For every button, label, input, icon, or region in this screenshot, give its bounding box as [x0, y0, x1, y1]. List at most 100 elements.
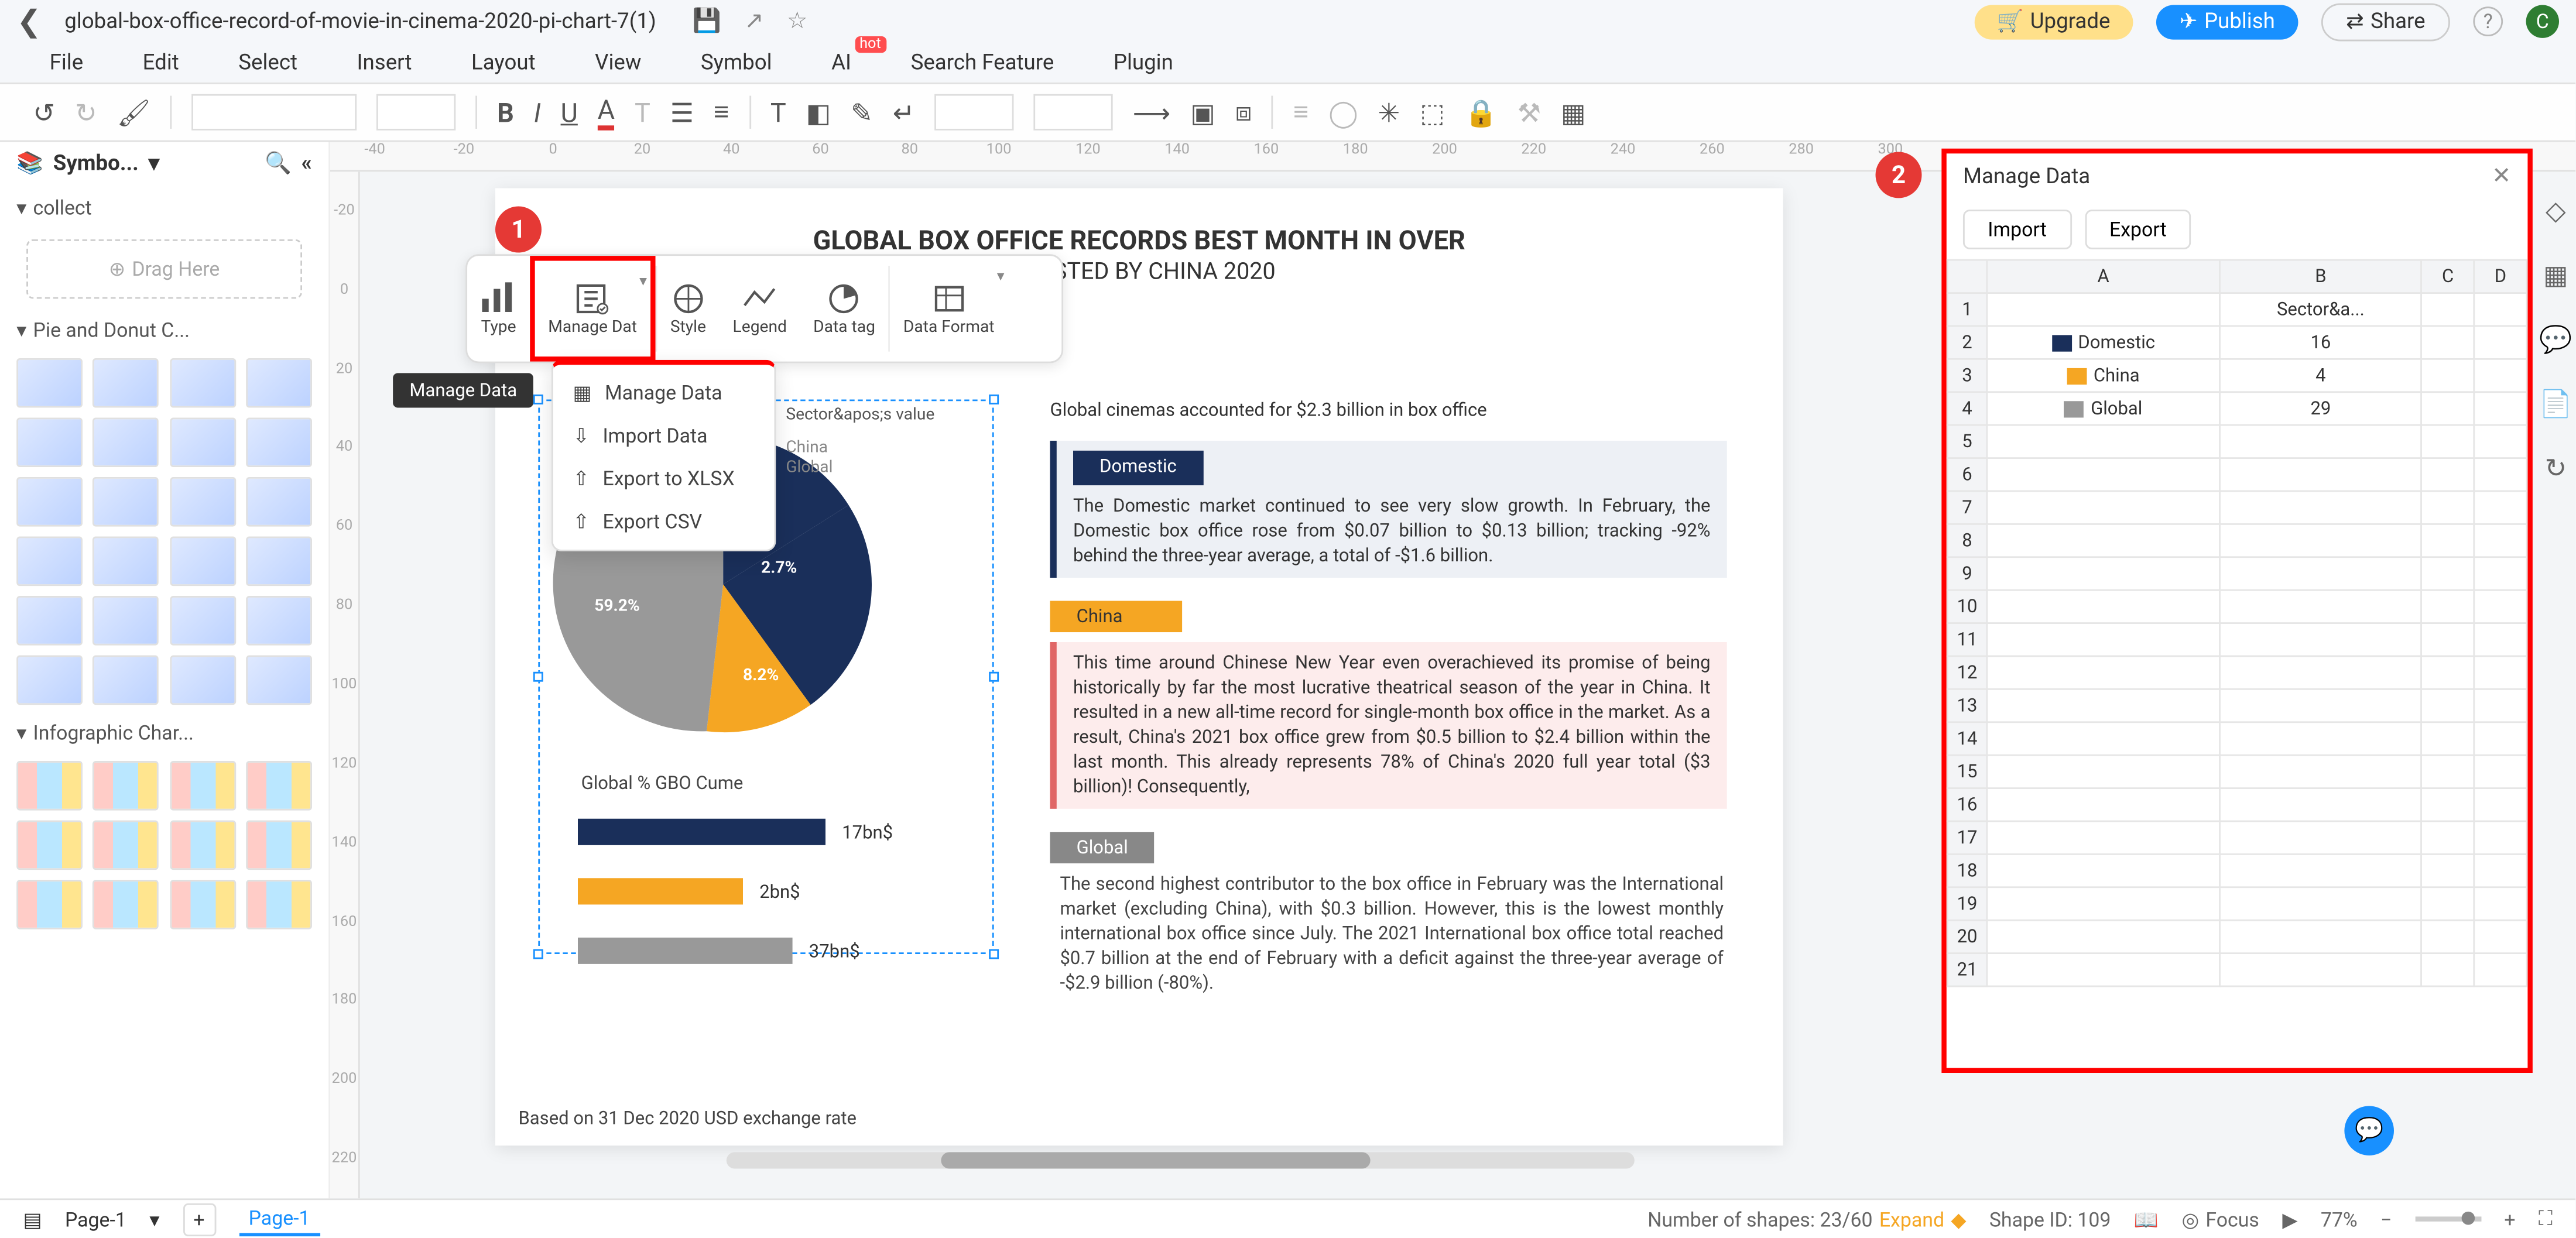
chart-thumb[interactable]: [245, 596, 311, 646]
chart-thumb[interactable]: [169, 537, 235, 587]
chart-thumb[interactable]: [245, 880, 311, 930]
chart-thumb[interactable]: [93, 417, 159, 467]
chart-thumb[interactable]: [16, 358, 83, 408]
menu-insert[interactable]: Insert: [357, 50, 412, 75]
menu-layout[interactable]: Layout: [471, 50, 536, 75]
publish-button[interactable]: ✈Publish: [2156, 4, 2298, 39]
chart-thumb[interactable]: [169, 821, 235, 870]
dropdown-manage-data[interactable]: ▦Manage Data: [553, 372, 775, 414]
crop-icon[interactable]: ⬚: [1420, 97, 1445, 128]
page-tab[interactable]: Page-1: [239, 1202, 320, 1235]
ribbon-style[interactable]: Style: [657, 256, 720, 361]
format-painter-icon[interactable]: 🖌: [117, 97, 150, 128]
chart-thumb[interactable]: [245, 656, 311, 705]
text-highlight-icon[interactable]: T: [635, 97, 650, 128]
chart-thumb[interactable]: [169, 761, 235, 811]
redo-icon[interactable]: ↻: [75, 97, 97, 128]
menu-plugin[interactable]: Plugin: [1114, 50, 1173, 75]
bold-icon[interactable]: B: [497, 97, 514, 128]
dropdown-icon[interactable]: ▾: [149, 152, 159, 176]
fill-icon[interactable]: ◧: [806, 97, 831, 128]
avatar[interactable]: C: [2526, 5, 2559, 37]
menu-file[interactable]: File: [50, 50, 84, 75]
chart-thumb[interactable]: [16, 880, 83, 930]
data-table[interactable]: ABCD 1Sector&a...2Domestic163China44Glob…: [1947, 259, 2528, 987]
chart-thumb[interactable]: [169, 880, 235, 930]
chart-thumb[interactable]: [169, 656, 235, 705]
focus-toggle[interactable]: ◎ Focus: [2181, 1208, 2259, 1230]
dropdown-export-xlsx[interactable]: ⇧Export to XLSX: [553, 457, 775, 500]
chart-thumb[interactable]: [169, 596, 235, 646]
chart-thumb[interactable]: [16, 477, 83, 527]
dropdown-export-csv[interactable]: ⇧Export CSV: [553, 500, 775, 543]
page-icon[interactable]: 📄: [2539, 388, 2572, 420]
section-collect[interactable]: ▾ collect: [0, 187, 328, 229]
chart-thumb[interactable]: [93, 596, 159, 646]
share-button[interactable]: ⇄Share: [2321, 2, 2450, 40]
page-selector-caret[interactable]: ▾: [149, 1208, 159, 1230]
chatbot-icon[interactable]: 💬: [2344, 1106, 2394, 1155]
layers-icon[interactable]: 📖: [2134, 1208, 2159, 1230]
chart-thumb[interactable]: [16, 537, 83, 587]
chart-thumb[interactable]: [16, 821, 83, 870]
upgrade-button[interactable]: 🛒Upgrade: [1974, 4, 2133, 39]
shape-rect-icon[interactable]: ▣: [1190, 97, 1215, 128]
open-external-icon[interactable]: ↗: [744, 8, 763, 35]
shape-overlap-icon[interactable]: ⧈: [1235, 96, 1252, 129]
grid-icon[interactable]: ▦: [1561, 97, 1586, 128]
chart-thumb[interactable]: [16, 761, 83, 811]
apps-icon[interactable]: ▦: [2543, 259, 2568, 291]
underline-icon[interactable]: U: [561, 97, 578, 128]
chart-thumb[interactable]: [93, 358, 159, 408]
chart-thumb[interactable]: [245, 761, 311, 811]
presentation-icon[interactable]: ▶: [2282, 1208, 2297, 1230]
chart-thumb[interactable]: [93, 477, 159, 527]
ribbon-data-tag[interactable]: Data tag: [800, 256, 889, 361]
page-selector[interactable]: Page-1: [65, 1208, 126, 1230]
menu-select[interactable]: Select: [238, 50, 297, 75]
align-icon[interactable]: ☰: [670, 97, 694, 128]
zoom-in-icon[interactable]: +: [2504, 1208, 2515, 1230]
line-dash-combo[interactable]: [1034, 94, 1113, 131]
menu-ai[interactable]: AIhot: [831, 50, 851, 75]
collapse-panel-icon[interactable]: «: [302, 152, 312, 176]
line-spacing-icon[interactable]: ≡: [714, 96, 729, 129]
menu-search[interactable]: Search Feature: [911, 50, 1054, 75]
chart-thumb[interactable]: [93, 821, 159, 870]
resize-handle[interactable]: [533, 395, 543, 404]
dropdown-import-data[interactable]: ⇩Import Data: [553, 414, 775, 457]
star-icon[interactable]: ☆: [787, 8, 807, 35]
menu-symbol[interactable]: Symbol: [701, 50, 772, 75]
drag-target[interactable]: ⊕ Drag Here: [26, 239, 302, 299]
chart-thumb[interactable]: [245, 477, 311, 527]
line-color-icon[interactable]: ✎: [851, 97, 873, 128]
zoom-level[interactable]: 77%: [2321, 1208, 2358, 1230]
ribbon-legend[interactable]: Legend: [720, 256, 800, 361]
resize-handle[interactable]: [533, 672, 543, 682]
import-button[interactable]: Import: [1963, 210, 2071, 249]
chart-thumb[interactable]: [93, 761, 159, 811]
resize-handle[interactable]: [989, 395, 999, 404]
scroll-thumb[interactable]: [941, 1152, 1370, 1168]
resize-handle[interactable]: [533, 949, 543, 959]
zoom-slider[interactable]: [2415, 1216, 2481, 1221]
chart-thumb[interactable]: [169, 417, 235, 467]
ribbon-type[interactable]: Type: [467, 256, 530, 361]
chart-thumb[interactable]: [16, 596, 83, 646]
italic-icon[interactable]: I: [534, 97, 541, 128]
back-icon[interactable]: ❮: [16, 4, 42, 39]
chart-thumb[interactable]: [245, 821, 311, 870]
pages-icon[interactable]: ▤: [23, 1208, 42, 1230]
chart-thumb[interactable]: [93, 656, 159, 705]
history-icon[interactable]: ↻: [2544, 452, 2567, 484]
section-pie[interactable]: ▾ Pie and Donut C...: [0, 308, 328, 351]
chart-thumb[interactable]: [245, 417, 311, 467]
line-weight-combo[interactable]: [934, 94, 1013, 131]
font-family-combo[interactable]: [191, 94, 357, 131]
font-size-combo[interactable]: [376, 94, 455, 131]
image-icon[interactable]: ◯: [1328, 97, 1358, 128]
save-icon[interactable]: 💾: [693, 8, 721, 35]
effects-icon[interactable]: ✳: [1378, 97, 1400, 128]
chart-thumb[interactable]: [16, 656, 83, 705]
font-color-icon[interactable]: A: [598, 94, 615, 131]
